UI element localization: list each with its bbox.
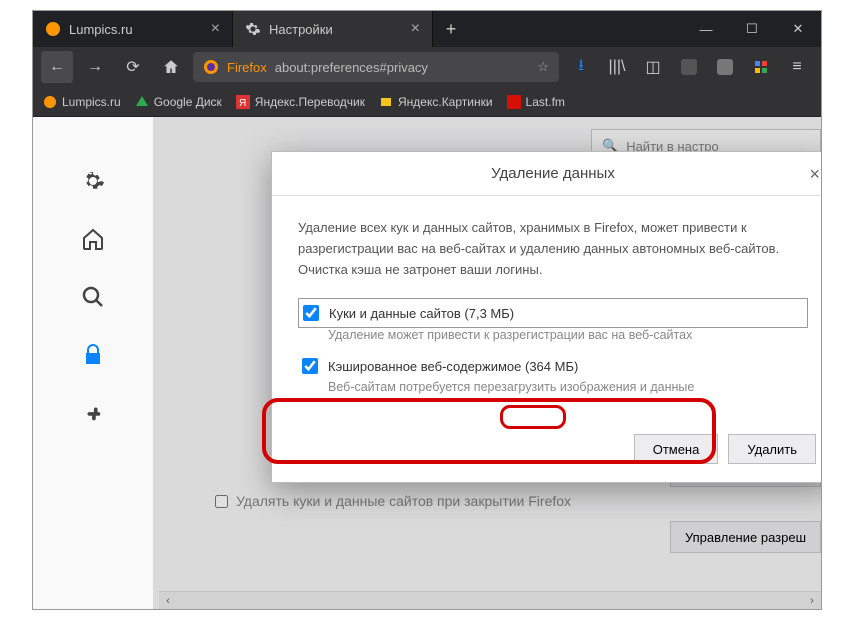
bookmark-label: Lumpics.ru: [62, 95, 121, 109]
maximize-button[interactable]: ☐: [729, 21, 775, 37]
back-button[interactable]: ←: [41, 51, 73, 83]
nav-bar: ← → ⟳ Firefox about:preferences#privacy …: [33, 47, 821, 87]
gdrive-icon: [135, 95, 149, 109]
lastfm-icon[interactable]: [709, 51, 741, 83]
gear-icon: [245, 21, 261, 37]
dialog-description: Удаление всех кук и данных сайтов, храни…: [298, 218, 808, 280]
main-pane: 🔍 Найти в настро быть отслежи Удалить Уп…: [153, 117, 821, 609]
confirm-delete-button[interactable]: Удалить: [728, 434, 816, 464]
menu-icon[interactable]: ≡: [781, 51, 813, 83]
library-icon[interactable]: |||\: [601, 51, 633, 83]
downloads-icon[interactable]: ⭳: [565, 51, 597, 83]
tab-bar: Lumpics.ru × Настройки × + — ☐ ✕: [33, 11, 821, 47]
content-area: 🔍 Найти в настро быть отслежи Удалить Уп…: [33, 117, 821, 609]
home-icon[interactable]: [79, 225, 107, 253]
tab-settings[interactable]: Настройки ×: [233, 11, 433, 47]
browser-window: Lumpics.ru × Настройки × + — ☐ ✕ ← → ⟳ F…: [32, 10, 822, 610]
dialog-footer: Отмена Удалить: [272, 422, 821, 482]
yandex-icon: Я: [236, 95, 250, 109]
close-button[interactable]: ✕: [775, 21, 821, 37]
bookmark-star-icon[interactable]: ☆: [537, 59, 549, 75]
dialog-header: Удаление данных ×: [272, 152, 821, 196]
dialog-title: Удаление данных: [491, 165, 615, 182]
sidebar-toggle-icon[interactable]: ◫: [637, 51, 669, 83]
option-cache: Кэшированное веб-содержимое (364 МБ) Веб…: [298, 352, 808, 394]
ublock-icon[interactable]: [673, 51, 705, 83]
close-icon[interactable]: ×: [809, 164, 820, 185]
close-icon[interactable]: ×: [411, 20, 420, 38]
search-icon[interactable]: [79, 283, 107, 311]
bookmark-label: Last.fm: [526, 95, 565, 109]
window-controls: — ☐ ✕: [683, 11, 821, 47]
option-cookies: Куки и данные сайтов (7,3 МБ) Удаление м…: [298, 298, 808, 342]
extensions-icon[interactable]: [79, 399, 107, 427]
new-tab-button[interactable]: +: [433, 11, 469, 47]
bookmarks-bar: Lumpics.ru Google Диск Я Яндекс.Переводчи…: [33, 87, 821, 117]
cache-desc: Веб-сайтам потребуется перезагрузить изо…: [328, 380, 808, 394]
bookmark-label: Google Диск: [154, 95, 222, 109]
highlight-inner: [500, 405, 566, 429]
cancel-button[interactable]: Отмена: [634, 434, 719, 464]
url-bar[interactable]: Firefox about:preferences#privacy ☆: [193, 52, 559, 82]
tab-label: Lumpics.ru: [69, 22, 203, 37]
bookmark-yandex-images[interactable]: Яндекс.Картинки: [379, 95, 493, 109]
prefs-sidebar: [33, 117, 153, 609]
close-icon[interactable]: ×: [211, 20, 220, 38]
dialog-body: Удаление всех кук и данных сайтов, храни…: [272, 196, 821, 422]
cookies-label: Куки и данные сайтов (7,3 МБ): [329, 306, 514, 321]
firefox-icon: [203, 59, 219, 75]
reload-button[interactable]: ⟳: [117, 51, 149, 83]
cookies-desc: Удаление может привести к разрегистрации…: [328, 328, 808, 342]
bookmark-label: Яндекс.Переводчик: [255, 95, 365, 109]
svg-text:Я: Я: [239, 98, 246, 109]
lumpics-icon: [43, 95, 57, 109]
bookmark-lastfm[interactable]: Last.fm: [507, 95, 565, 109]
tab-label: Настройки: [269, 22, 403, 37]
cache-label: Кэшированное веб-содержимое (364 МБ): [328, 359, 578, 374]
firefox-label: Firefox: [227, 60, 267, 75]
bookmark-gdrive[interactable]: Google Диск: [135, 95, 222, 109]
privacy-icon[interactable]: [79, 341, 107, 369]
lastfm-icon: [507, 95, 521, 109]
lumpics-icon: [45, 21, 61, 37]
extension-icon[interactable]: [745, 51, 777, 83]
tab-lumpics[interactable]: Lumpics.ru ×: [33, 11, 233, 47]
minimize-button[interactable]: —: [683, 22, 729, 37]
clear-data-dialog: Удаление данных × Удаление всех кук и да…: [271, 151, 821, 483]
bookmark-yandex-translate[interactable]: Я Яндекс.Переводчик: [236, 95, 365, 109]
forward-button[interactable]: →: [79, 51, 111, 83]
url-text: about:preferences#privacy: [275, 60, 428, 75]
bookmark-lumpics[interactable]: Lumpics.ru: [43, 95, 121, 109]
cache-checkbox[interactable]: [302, 358, 318, 374]
yandex-images-icon: [379, 95, 393, 109]
bookmark-label: Яндекс.Картинки: [398, 95, 493, 109]
general-icon[interactable]: [79, 167, 107, 195]
home-button[interactable]: [155, 51, 187, 83]
cookies-checkbox[interactable]: [303, 305, 319, 321]
